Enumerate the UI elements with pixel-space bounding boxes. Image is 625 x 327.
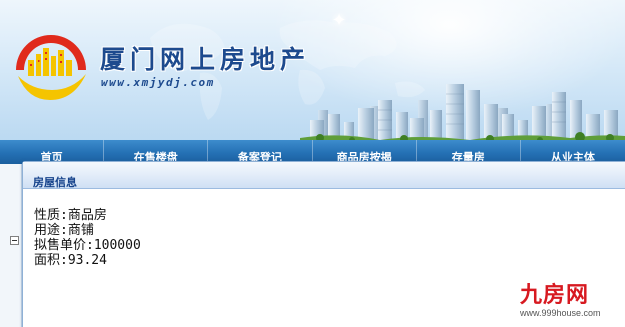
background-side-panel [0, 164, 22, 327]
watermark-mark: 九房网 [520, 282, 590, 308]
dialog-title: 房屋信息 [33, 176, 77, 189]
property-type-line: 性质:商品房 [34, 208, 107, 223]
area-line: 面积:93.24 [34, 253, 107, 268]
site-url: www.xmjydj.com [101, 76, 215, 89]
site-title: 厦门网上房地产 [100, 45, 311, 74]
watermark: 九房网 www.999house.com [520, 283, 620, 323]
dialog-titlebar[interactable]: 房屋信息 [23, 162, 625, 189]
watermark-url: www.999house.com [520, 308, 601, 318]
header-banner: ✦ 厦门网上房地产 www.xmjydj.com [0, 0, 625, 146]
city-skyline-sun-logo [16, 35, 86, 100]
unit-price-line: 拟售单价:100000 [34, 238, 141, 253]
collapse-box-icon[interactable] [10, 236, 19, 245]
usage-line: 用途:商铺 [34, 223, 94, 238]
city-skyline-illustration [300, 84, 625, 146]
dialog-body: 性质:商品房 用途:商铺 拟售单价:100000 面积:93.24 [23, 189, 625, 268]
